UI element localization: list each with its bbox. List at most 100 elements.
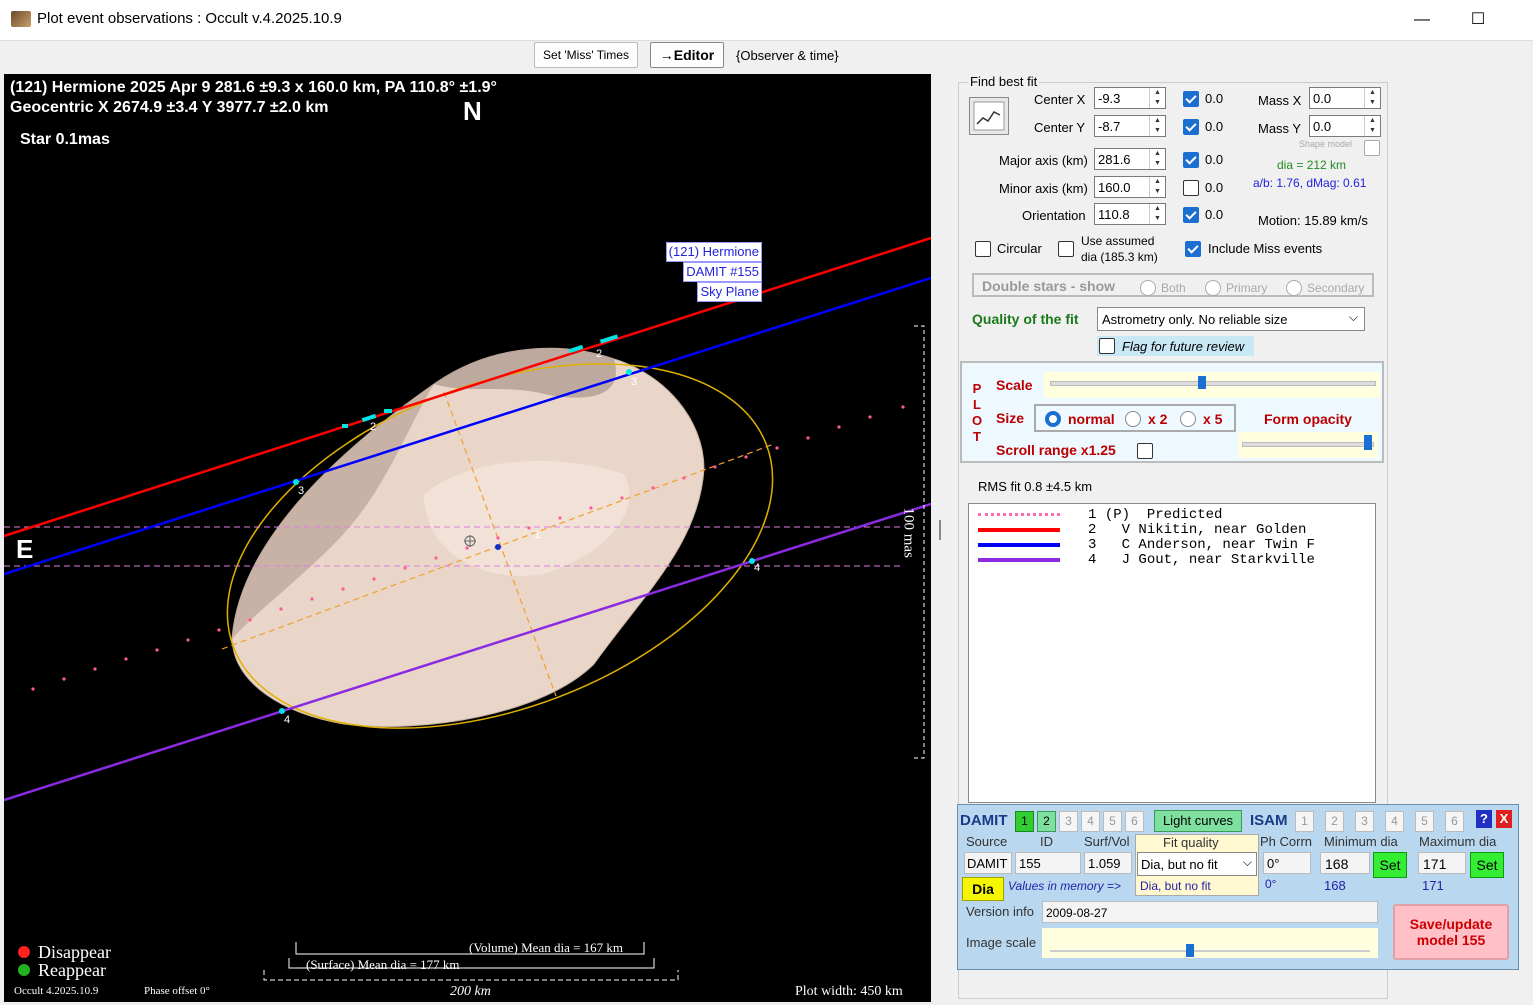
scroll-range-checkbox[interactable]	[1137, 443, 1153, 459]
quality-value: Astrometry only. No reliable size	[1102, 312, 1288, 327]
light-curves-button[interactable]: Light curves	[1154, 810, 1242, 832]
flag-review-label: Flag for future review	[1122, 339, 1245, 354]
shape-model-label: Shape model	[1299, 139, 1353, 149]
damit-model-3[interactable]: 3	[1059, 811, 1078, 832]
damit-model-6[interactable]: 6	[1125, 811, 1144, 832]
form-opacity-label: Form opacity	[1264, 411, 1352, 427]
memory-ph-value: 0°	[1265, 877, 1277, 891]
isam-model-1[interactable]: 1	[1295, 811, 1314, 832]
max-dia-input[interactable]: 171	[1418, 852, 1466, 874]
isam-model-6[interactable]: 6	[1445, 811, 1464, 832]
isam-model-4[interactable]: 4	[1385, 811, 1404, 832]
major-axis-input[interactable]: 281.6 ▲ ▼	[1094, 148, 1166, 170]
surface-dia-label: (Surface) Mean dia = 177 km	[306, 957, 460, 972]
mass-x-input[interactable]: 0.0 ▲ ▼	[1309, 87, 1381, 109]
set-miss-times-button[interactable]: Set 'Miss' Times	[534, 42, 638, 68]
chord-label-3a: 3	[631, 376, 638, 388]
opacity-slider[interactable]	[1238, 432, 1378, 458]
center-y-input[interactable]: -8.7 ▲ ▼	[1094, 115, 1166, 137]
size-x2-radio[interactable]	[1125, 411, 1141, 427]
mass-y-input[interactable]: 0.0 ▲ ▼	[1309, 115, 1381, 137]
minor-axis-checkbox[interactable]	[1183, 180, 1199, 196]
volume-dia-label: (Volume) Mean dia = 167 km	[469, 940, 624, 955]
reappear-dot	[18, 964, 30, 976]
center-y-checkbox[interactable]	[1183, 119, 1199, 135]
isam-model-5[interactable]: 5	[1415, 811, 1434, 832]
dia-button[interactable]: Dia	[962, 877, 1004, 901]
legend-swatch-3	[978, 543, 1060, 547]
save-update-model-button[interactable]: Save/update model 155	[1393, 904, 1509, 960]
fit-quality-header: Fit quality	[1163, 835, 1219, 850]
set-min-dia-button[interactable]: Set	[1373, 852, 1407, 878]
splitter-handle[interactable]	[939, 520, 941, 540]
primary-radio[interactable]	[1205, 280, 1221, 296]
plot-svg	[4, 236, 931, 981]
scale-slider-thumb[interactable]	[1198, 376, 1206, 389]
scale-slider[interactable]	[1044, 372, 1380, 398]
minimize-button[interactable]: —	[1402, 8, 1442, 32]
plot-canvas[interactable]: (121) Hermione 2025 Apr 9 281.6 ±9.3 x 1…	[4, 74, 931, 1002]
center-x-checkbox[interactable]	[1183, 91, 1199, 107]
damit-model-1[interactable]: 1	[1015, 811, 1034, 832]
min-dia-input[interactable]: 168	[1320, 852, 1370, 874]
isam-title: ISAM	[1250, 812, 1288, 829]
close-damit-button[interactable]: X	[1496, 810, 1512, 828]
minor-axis-input[interactable]: 160.0 ▲ ▼	[1094, 176, 1166, 198]
include-miss-checkbox[interactable]	[1185, 241, 1201, 257]
quality-dropdown[interactable]: Astrometry only. No reliable size ⌵	[1097, 307, 1365, 331]
reappear-label: Reappear	[38, 960, 106, 980]
editor-button[interactable]: →Editor	[650, 42, 724, 68]
opacity-slider-thumb[interactable]	[1364, 435, 1372, 450]
observer-time-label[interactable]: {Observer & time}	[736, 48, 839, 63]
minor-axis-label: Minor axis (km)	[999, 181, 1088, 196]
chord-label-3b: 3	[298, 485, 305, 497]
damit-title: DAMIT	[960, 812, 1008, 829]
size-normal-radio[interactable]	[1045, 411, 1061, 427]
orientation-checkbox[interactable]	[1183, 207, 1199, 223]
set-max-dia-button[interactable]: Set	[1470, 852, 1504, 878]
chord-label-2b: 2	[370, 421, 377, 433]
circular-checkbox[interactable]	[975, 241, 991, 257]
surf-vol-field: 1.059	[1084, 852, 1132, 874]
memory-max-value: 171	[1422, 878, 1444, 893]
spin-arrows-icon: ▲ ▼	[1149, 204, 1165, 224]
include-miss-label: Include Miss events	[1208, 241, 1323, 256]
ph-corr-header: Ph Corrn	[1260, 834, 1313, 849]
phase-offset-label: Phase offset 0°	[144, 985, 210, 997]
help-button[interactable]: ?	[1476, 810, 1492, 828]
size-normal-label: normal	[1068, 411, 1115, 427]
surf-vol-header: Surf/Vol	[1084, 834, 1130, 849]
mas-scale-label: 100 mas	[900, 507, 917, 558]
spin-arrows-icon: ▲ ▼	[1149, 88, 1165, 108]
id-field: 155	[1015, 852, 1081, 874]
image-scale-thumb[interactable]	[1186, 944, 1194, 957]
fit-quality-value: Dia, but no fit	[1141, 857, 1218, 872]
center-x-input[interactable]: -9.3 ▲ ▼	[1094, 87, 1166, 109]
isam-model-3[interactable]: 3	[1355, 811, 1374, 832]
isam-model-2[interactable]: 2	[1325, 811, 1344, 832]
use-assumed-checkbox[interactable]	[1058, 241, 1074, 257]
fit-quality-dropdown[interactable]: Dia, but no fit ⌵	[1137, 852, 1257, 876]
secondary-radio[interactable]	[1286, 280, 1302, 296]
shape-model-checkbox[interactable]	[1364, 140, 1380, 156]
window-title: Plot event observations : Occult v.4.202…	[37, 10, 342, 27]
orientation-input[interactable]: 110.8 ▲ ▼	[1094, 203, 1166, 225]
maximize-button[interactable]: ☐	[1458, 8, 1498, 32]
image-scale-slider[interactable]	[1042, 928, 1378, 958]
size-x5-radio[interactable]	[1180, 411, 1196, 427]
legend-entry: 1 (P) Predicted	[1088, 507, 1223, 523]
best-fit-button[interactable]	[969, 97, 1009, 135]
scale-label: Scale	[996, 377, 1033, 393]
use-assumed-label: Use assumed	[1081, 234, 1155, 248]
flag-review-checkbox[interactable]	[1099, 338, 1115, 354]
major-axis-checkbox[interactable]	[1183, 152, 1199, 168]
max-dia-header: Maximum dia	[1419, 834, 1497, 849]
center-y-label: Center Y	[1034, 120, 1086, 135]
ph-corr-input[interactable]: 0°	[1263, 852, 1311, 874]
spin-arrows-icon: ▲ ▼	[1364, 88, 1380, 108]
damit-model-2[interactable]: 2	[1037, 811, 1056, 832]
major-axis-chk-value: 0.0	[1205, 152, 1224, 167]
damit-model-5[interactable]: 5	[1103, 811, 1122, 832]
damit-model-4[interactable]: 4	[1081, 811, 1100, 832]
both-radio[interactable]	[1140, 280, 1156, 296]
